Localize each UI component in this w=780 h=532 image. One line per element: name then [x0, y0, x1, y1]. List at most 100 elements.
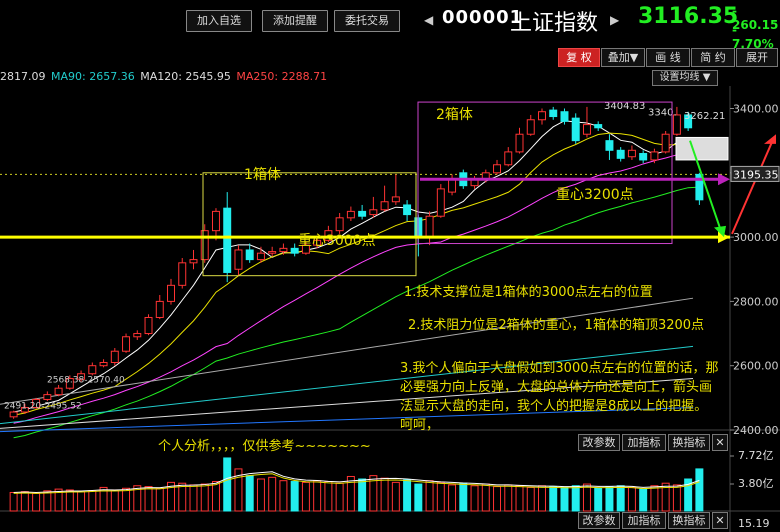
- vol-axis-top: 7.72亿: [738, 449, 774, 462]
- volume-bar: [515, 485, 524, 512]
- simple-button[interactable]: 简 约: [691, 48, 735, 67]
- volume-bar: [493, 486, 502, 512]
- current-price: 3116.35: [638, 4, 739, 29]
- volume-bar: [594, 487, 603, 512]
- resistance-arrowhead: [718, 173, 730, 186]
- chart-grid: [0, 86, 780, 532]
- high-price-label: 3404.83: [604, 101, 645, 112]
- volume-bar: [189, 484, 198, 512]
- note-direction-line3: 法显示大盘的走向，我个人的把握是8成以上的把握。: [400, 399, 708, 414]
- volume-bar: [526, 486, 535, 512]
- candle-body: [448, 178, 457, 193]
- volume-bars: [9, 455, 734, 512]
- expand-button[interactable]: 展开: [736, 48, 778, 67]
- add-watchlist-button[interactable]: 加入自选: [186, 10, 252, 32]
- draw-line-button[interactable]: 画 线: [646, 48, 690, 67]
- volume-bar: [324, 481, 333, 512]
- candle-body: [211, 210, 220, 232]
- candle-body: [200, 230, 209, 261]
- candle-body: [88, 365, 97, 375]
- ma120-value: MA120: 2545.95: [140, 70, 231, 83]
- current-price-tag-label: 3195.35: [733, 168, 779, 181]
- note-direction-line1: 3.我个人偏向于大盘假如到3000点左右的位置的话，那: [400, 361, 719, 376]
- candle-body: [189, 259, 198, 264]
- quote-header: 加入自选 添加提醒 委托交易 ◀ 000001 上证指数 ▶ 3116.35 -…: [0, 0, 780, 51]
- candle-body: [268, 251, 277, 254]
- overlay-button[interactable]: 叠加▼: [601, 48, 645, 67]
- note-resistance: 2.技术阻力位是2箱体的重心，1箱体的箱顶3200点: [408, 318, 705, 333]
- volume-bar: [639, 488, 648, 512]
- entrust-trade-button[interactable]: 委托交易: [334, 10, 400, 32]
- volume-bar: [110, 489, 119, 512]
- volume-bar: [650, 485, 659, 512]
- candle-body: [9, 411, 18, 418]
- fuquan-button[interactable]: 复 权: [558, 48, 600, 67]
- candle-body: [436, 188, 445, 217]
- close-panel-icon-2[interactable]: ✕: [712, 512, 728, 529]
- candle-body: [504, 151, 513, 166]
- candle-body: [223, 207, 232, 273]
- gap-box: [675, 136, 729, 161]
- volume-bar: [582, 483, 591, 512]
- add-indicator-button-2[interactable]: 加指标: [622, 512, 666, 529]
- candle-body: [391, 196, 400, 203]
- volume-bar: [605, 486, 614, 512]
- volume-bar: [346, 475, 355, 512]
- switch-indicator-button-2[interactable]: 换指标: [668, 512, 710, 529]
- volume-bar: [268, 476, 277, 512]
- volume-bar: [313, 480, 322, 512]
- prev-stock-icon[interactable]: ◀: [424, 13, 433, 27]
- volume-bar: [616, 485, 625, 512]
- volume-bar: [77, 491, 86, 512]
- candle-body: [122, 336, 131, 352]
- volume-bar: [459, 482, 468, 512]
- set-ma-button[interactable]: 设置均线 ▼: [652, 70, 718, 86]
- up-arrowhead: [764, 134, 776, 144]
- candle-body: [43, 394, 52, 400]
- candle-body: [616, 149, 625, 159]
- volume-bar: [223, 457, 232, 512]
- vol-axis-bottom: 15.19: [738, 517, 770, 530]
- volume-bar: [211, 481, 220, 512]
- note-disclaimer: 个人分析，，，，仅供参考~~~~~~~: [158, 439, 371, 454]
- candle-body: [245, 249, 254, 261]
- box1-center-label: 重心3000点: [298, 233, 376, 249]
- candle-body: [144, 316, 153, 335]
- next-stock-icon[interactable]: ▶: [610, 13, 619, 27]
- volume-bar: [571, 485, 580, 512]
- volume-bar: [290, 481, 299, 512]
- candle-body: [403, 204, 412, 216]
- switch-indicator-button[interactable]: 换指标: [668, 434, 710, 451]
- change-param-button-2[interactable]: 改参数: [578, 512, 620, 529]
- candle-body: [639, 153, 648, 161]
- add-alert-button[interactable]: 添加提醒: [262, 10, 328, 32]
- point2-label: 3262.21: [684, 111, 725, 122]
- volume-bar: [380, 477, 389, 512]
- low-label-1: 2568.38-2570.40: [47, 376, 125, 386]
- add-indicator-button[interactable]: 加指标: [622, 434, 666, 451]
- note-direction: 3.我个人偏向于大盘假如到3000点左右的位置的话，那 必要强力向上反弹，大盘的…: [400, 359, 780, 435]
- volume-bar: [436, 481, 445, 512]
- price-tick-label: 2800.00: [733, 295, 779, 308]
- price-tick-label: 3400.00: [733, 103, 779, 116]
- candle-body: [594, 124, 603, 129]
- candle-body: [133, 333, 142, 338]
- close-panel-icon[interactable]: ✕: [712, 434, 728, 451]
- change-param-button[interactable]: 改参数: [578, 434, 620, 451]
- candle-body: [605, 140, 614, 151]
- volume-bar: [470, 485, 479, 512]
- box2-label: 2箱体: [436, 107, 473, 123]
- candle-body: [279, 247, 288, 253]
- box2-center-label: 重心3200点: [556, 187, 634, 203]
- volume-bar: [448, 484, 457, 512]
- volume-bar: [627, 486, 636, 512]
- note-direction-line4: 呵呵，: [400, 418, 440, 433]
- volume-bar: [65, 489, 74, 512]
- candle-body: [549, 109, 558, 118]
- candle-body: [493, 164, 502, 174]
- kline-chart: 3404.833340. 3262.212568.38-2570.402491.2…: [0, 86, 780, 532]
- box1-label: 1箱体: [244, 167, 281, 183]
- candle-body: [358, 210, 367, 217]
- candle-body: [54, 387, 63, 396]
- candle-body: [538, 111, 546, 121]
